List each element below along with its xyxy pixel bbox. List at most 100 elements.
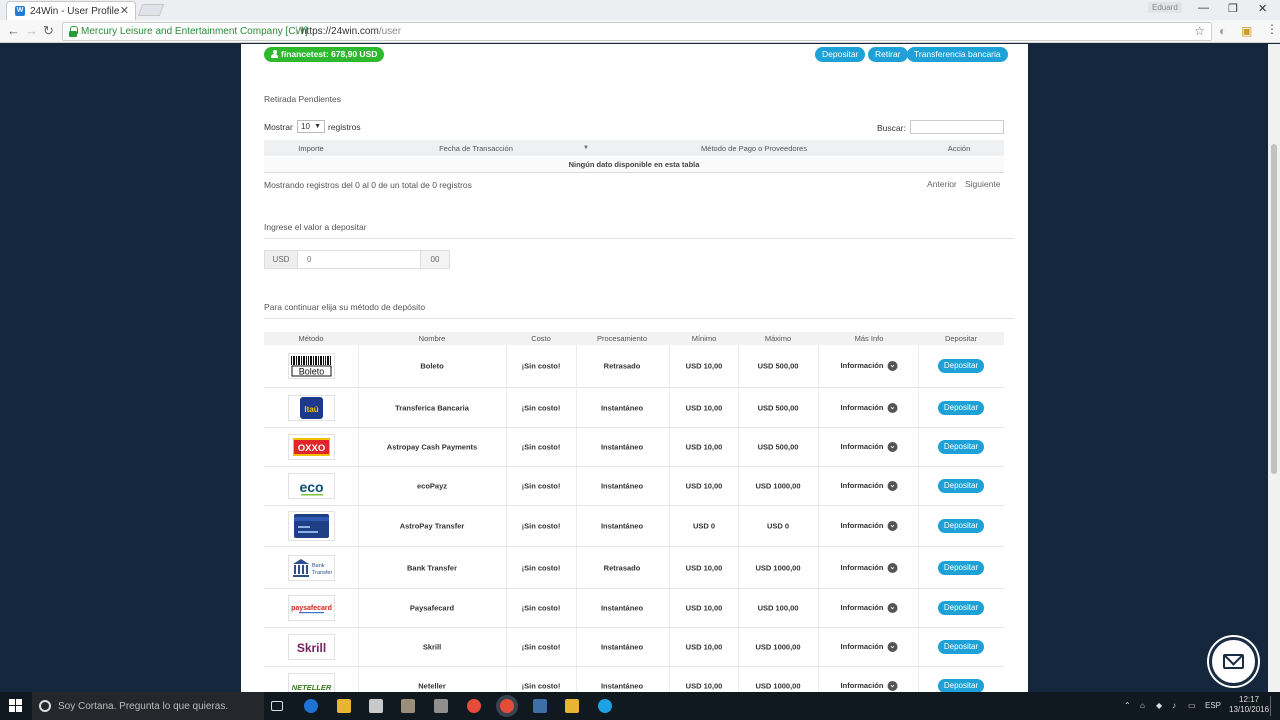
method-row: Boleto Boleto ¡Sin costo! Retrasado USD 10,0… (264, 345, 1004, 388)
task-view-icon[interactable] (271, 701, 283, 711)
column-divider (506, 589, 507, 627)
file-explorer-icon[interactable] (337, 699, 351, 713)
show-desktop-button[interactable] (1270, 696, 1271, 716)
deposit-button[interactable]: Depositar (815, 47, 866, 62)
more-info-toggle[interactable]: Información ⌄ (841, 361, 898, 372)
restore-icon[interactable]: ❐ (1228, 2, 1238, 15)
method-deposit-button[interactable]: Depositar (938, 479, 984, 493)
column-divider (738, 467, 739, 505)
close-tab-icon[interactable]: ✕ (120, 4, 129, 17)
more-info-toggle[interactable]: Información ⌄ (841, 442, 898, 453)
lock-icon (69, 26, 78, 37)
deposit-amount-input[interactable]: 0 (298, 250, 420, 269)
method-minimum: USD 10,00 (685, 442, 723, 452)
more-info-toggle[interactable]: Información ⌄ (841, 481, 898, 492)
col-amount[interactable]: Importe (298, 144, 323, 153)
forward-icon[interactable]: → (25, 23, 38, 38)
app-icon-3[interactable] (533, 699, 547, 713)
extension-icon[interactable]: ◐ (1219, 24, 1226, 38)
tray-icon[interactable]: ◆ (1156, 701, 1162, 710)
withdraw-button[interactable]: Retirar (868, 47, 908, 62)
more-info-toggle[interactable]: Información ⌄ (841, 681, 898, 692)
column-divider (818, 589, 819, 627)
method-name: Astropay Cash Payments (386, 442, 478, 452)
method-row: AstroPay Transfer ¡Sin costo! Instantáneo U… (264, 506, 1004, 547)
folder-icon[interactable] (565, 699, 579, 713)
address-bar[interactable]: Mercury Leisure and Entertainment Compan… (62, 22, 1212, 41)
logo-text: NETELLER (292, 683, 332, 692)
method-deposit-button[interactable]: Depositar (938, 640, 984, 654)
url-text[interactable]: https://24win.com/user (301, 26, 401, 37)
chrome-icon[interactable] (467, 699, 481, 713)
more-info-toggle[interactable]: Información ⌄ (841, 521, 898, 532)
minimize-icon[interactable]: — (1198, 2, 1209, 14)
scrollbar-thumb[interactable] (1271, 144, 1277, 474)
method-maximum: USD 1000,00 (755, 642, 801, 652)
column-divider (669, 428, 670, 466)
method-processing: Retrasado (603, 563, 641, 572)
column-divider (506, 428, 507, 466)
back-icon[interactable]: ← (7, 23, 20, 38)
volume-icon[interactable]: ♪ (1172, 701, 1176, 710)
bank-logo: Bank Transfer (288, 554, 335, 581)
column-divider (738, 667, 739, 692)
browser-tab[interactable]: W 24Win - User Profile ✕ (6, 1, 136, 20)
method-maximum: USD 100,00 (757, 603, 799, 613)
skype-icon[interactable] (598, 699, 612, 713)
method-deposit-button[interactable]: Depositar (938, 440, 984, 454)
menu-icon[interactable]: ⋮ (1266, 22, 1278, 36)
chevron-down-icon: ⌄ (887, 562, 898, 573)
close-window-icon[interactable]: ✕ (1258, 2, 1267, 15)
boleto-logo: Boleto (288, 353, 335, 379)
app-icon-2[interactable] (434, 699, 448, 713)
col-action[interactable]: Acción (948, 144, 971, 153)
chevron-down-icon: ⌄ (887, 642, 898, 653)
notifications-icon[interactable]: ▭ (1188, 701, 1196, 710)
more-info-label: Información (840, 602, 884, 612)
more-info-toggle[interactable]: Información ⌄ (841, 403, 898, 414)
page-size-select[interactable]: 10 ▼ (297, 120, 325, 133)
more-info-toggle[interactable]: Información ⌄ (841, 642, 898, 653)
reload-icon[interactable]: ↻ (43, 23, 54, 39)
more-info-toggle[interactable]: Información ⌄ (841, 562, 898, 573)
method-deposit-button[interactable]: Depositar (938, 679, 984, 692)
app-icon[interactable] (401, 699, 415, 713)
chrome-active-icon[interactable] (500, 699, 514, 713)
method-deposit-button[interactable]: Depositar (938, 359, 984, 373)
method-deposit-button[interactable]: Depositar (938, 560, 984, 575)
profile-label[interactable]: Eduard (1148, 2, 1182, 13)
sort-icon[interactable]: ▼ (583, 145, 589, 151)
method-deposit-button[interactable]: Depositar (938, 601, 984, 615)
edge-icon[interactable] (304, 699, 318, 713)
tray-chevron-icon[interactable]: ⌃ (1124, 701, 1131, 710)
method-name: Transferica Bancaria (395, 403, 469, 413)
next-page-link[interactable]: Siguiente (965, 179, 1000, 189)
column-divider (738, 589, 739, 627)
windows-start-icon[interactable] (9, 699, 23, 713)
page-scrollbar[interactable] (1268, 44, 1280, 692)
clock[interactable]: 12:17 13/10/2016 (1229, 695, 1269, 715)
method-deposit-button[interactable]: Depositar (938, 519, 984, 533)
cortana-search[interactable]: Soy Cortana. Pregunta lo que quieras. (32, 692, 264, 720)
more-info-toggle[interactable]: Información ⌄ (840, 602, 898, 614)
contact-message-button[interactable] (1209, 637, 1258, 686)
language-indicator[interactable]: ESP (1205, 701, 1221, 710)
extension-icon-2[interactable]: ▣ (1241, 24, 1252, 38)
col-date[interactable]: Fecha de Transacción (439, 144, 513, 153)
logo-text: Itaú (304, 405, 318, 414)
network-icon[interactable]: ⌂ (1140, 701, 1145, 710)
prev-page-link[interactable]: Anterior (927, 179, 957, 189)
method-maximum: USD 500,00 (757, 442, 799, 452)
chevron-down-icon: ⌄ (887, 481, 898, 492)
new-tab-button[interactable] (137, 4, 165, 16)
method-deposit-button[interactable]: Depositar (938, 401, 984, 415)
method-row: paysafecard Paysafecard ¡Sin costo! Instant… (264, 589, 1004, 628)
site-identity[interactable]: Mercury Leisure and Entertainment Compan… (81, 26, 308, 37)
search-input[interactable] (910, 120, 1004, 134)
bookmark-star-icon[interactable]: ☆ (1194, 24, 1205, 38)
col-method[interactable]: Método de Pago o Proveedores (701, 144, 807, 153)
store-icon[interactable] (369, 699, 383, 713)
bank-transfer-button[interactable]: Transferencia bancaria (907, 47, 1008, 62)
column-divider (738, 428, 739, 466)
column-divider (669, 667, 670, 692)
